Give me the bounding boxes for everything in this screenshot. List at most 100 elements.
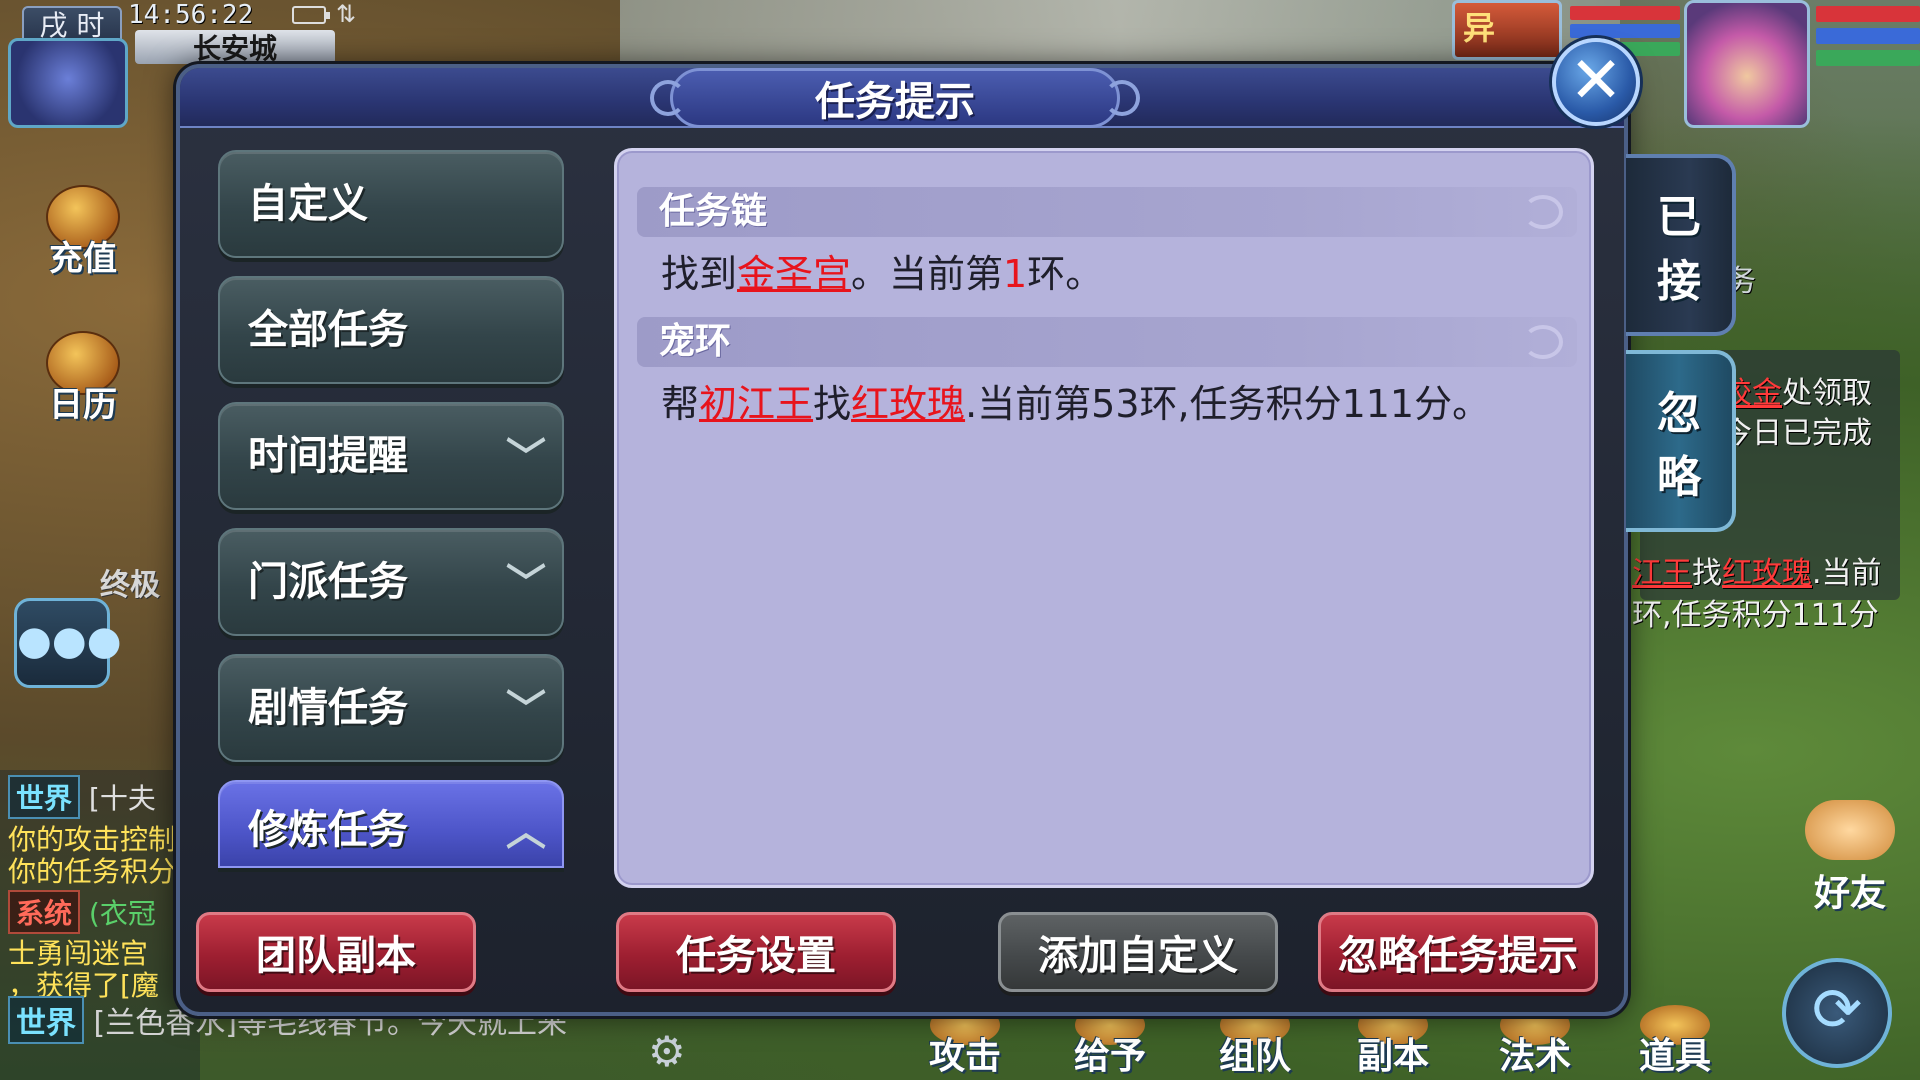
tracker-link[interactable]: 红玫瑰: [1722, 556, 1812, 591]
battery-icon: [292, 6, 330, 24]
ignore-task-hints-button[interactable]: 忽略任务提示: [1318, 912, 1598, 992]
tracker-text: .当前: [1812, 556, 1882, 591]
tracker-line: 环,任务积分111分: [1632, 598, 1879, 633]
channel-system-tag[interactable]: 系统: [8, 890, 81, 934]
task-text: 找: [813, 382, 852, 426]
category-label: 自定义: [248, 181, 368, 227]
tab-label: 已: [1657, 192, 1701, 243]
player-exp-bar: [1816, 50, 1920, 66]
task-description: 帮初江王找红玫瑰.当前第53环,任务积分111分。: [661, 373, 1490, 428]
category-story-tasks[interactable]: 剧情任务 ﹀: [218, 654, 564, 762]
chevron-up-icon: ︿: [506, 809, 546, 855]
task-item-link[interactable]: 红玫瑰: [851, 382, 965, 426]
tab-ignored[interactable]: 忽 略: [1626, 350, 1736, 532]
close-button[interactable]: ✕: [1552, 38, 1640, 126]
cloud-ornament-icon: [1523, 325, 1563, 359]
attack-label: 攻击: [928, 1036, 1001, 1077]
tab-label: 接: [1657, 256, 1701, 307]
attack-button[interactable]: 攻击: [910, 1005, 1020, 1079]
task-text: 帮: [661, 382, 700, 426]
swirl-ornament-icon: [1104, 80, 1140, 116]
chevron-down-icon: ﹀: [506, 561, 546, 607]
chat-bubble-icon: ●●●: [17, 618, 122, 664]
dungeon-label: 副本: [1356, 1036, 1429, 1077]
cloud-ornament-icon: [1523, 195, 1563, 229]
task-content-panel[interactable]: 任务链 找到金圣宫。当前第1环。 宠环 帮初江王找红玫瑰.当前第53环,任务积分…: [614, 148, 1594, 888]
items-label: 道具: [1638, 1036, 1711, 1077]
category-label: 修炼任务: [248, 807, 408, 853]
chat-text: [十夫: [88, 782, 156, 815]
gear-icon[interactable]: ⚙: [648, 1030, 692, 1074]
friends-button[interactable]: 好友: [1790, 800, 1910, 920]
category-all-tasks[interactable]: 全部任务: [218, 276, 564, 384]
task-npc-link[interactable]: 初江王: [699, 382, 813, 426]
pet-portrait[interactable]: 异: [1452, 0, 1562, 60]
category-label: 全部任务: [248, 307, 408, 353]
channel-world-tag[interactable]: 世界: [8, 996, 84, 1044]
bottom-action-menu: 攻击 给予 组队 副本 法术 道具: [880, 1005, 1780, 1080]
items-button[interactable]: 道具: [1620, 1005, 1730, 1079]
dialog-title-plate: 任务提示: [670, 68, 1120, 128]
pet-hp-bar: [1570, 6, 1680, 20]
task-text: 。当前第: [851, 252, 1004, 296]
ultimate-label: 终极: [100, 568, 160, 603]
player-mp-bar: [1816, 28, 1920, 44]
chat-line: 系统 (衣冠: [8, 890, 156, 934]
category-time-reminder[interactable]: 时间提醒 ﹀: [218, 402, 564, 510]
swirl-ornament-icon: [650, 80, 686, 116]
chat-text: (衣冠: [88, 897, 156, 930]
channel-world-tag[interactable]: 世界: [8, 775, 81, 819]
clock: 14:56:22: [128, 0, 254, 30]
city-name-badge[interactable]: 长安城: [135, 30, 335, 65]
tracker-link[interactable]: 江王: [1632, 556, 1692, 591]
dialog-title: 任务提示: [815, 79, 975, 125]
tracker-text: 找: [1692, 556, 1722, 591]
tab-accepted[interactable]: 已 接: [1626, 154, 1736, 336]
chat-button[interactable]: ●●●: [14, 598, 122, 688]
team-label: 组队: [1218, 1036, 1291, 1077]
team-button[interactable]: 组队: [1200, 1005, 1310, 1079]
task-name: 任务链: [659, 191, 768, 232]
refresh-icon[interactable]: ⟳: [1782, 958, 1892, 1068]
pet-label: 异: [1463, 9, 1496, 47]
tracker-line: 江王找红玫瑰.当前: [1632, 548, 1882, 592]
calendar-label: 日历: [49, 385, 117, 425]
minimap-button[interactable]: [8, 38, 128, 128]
player-hp-bar: [1816, 6, 1920, 22]
task-name: 宠环: [659, 321, 732, 362]
give-label: 给予: [1073, 1036, 1146, 1077]
tab-label: 忽: [1657, 388, 1701, 439]
task-text: 找到: [661, 252, 738, 296]
tracker-text: 处领取: [1782, 376, 1872, 411]
spell-label: 法术: [1498, 1036, 1571, 1077]
close-icon: ✕: [1569, 44, 1623, 118]
category-label: 剧情任务: [248, 685, 408, 731]
category-label: 时间提醒: [248, 433, 408, 479]
chat-line: 你的任务积分: [8, 855, 177, 888]
category-label: 门派任务: [248, 559, 408, 605]
calendar-button[interactable]: 日历: [28, 316, 138, 426]
add-custom-button[interactable]: 添加自定义: [998, 912, 1278, 992]
task-text: .当前第53环,任务积分111分。: [965, 382, 1491, 426]
category-sect-tasks[interactable]: 门派任务 ﹀: [218, 528, 564, 636]
handshake-icon: [1805, 800, 1895, 860]
friends-label: 好友: [1813, 873, 1886, 914]
task-settings-button[interactable]: 任务设置: [616, 912, 896, 992]
give-button[interactable]: 给予: [1055, 1005, 1165, 1079]
tracker-line: 皎金处领取: [1722, 368, 1872, 412]
recharge-button[interactable]: 充值: [28, 170, 138, 280]
spell-button[interactable]: 法术: [1480, 1005, 1590, 1079]
task-description: 找到金圣宫。当前第1环。: [661, 243, 1103, 298]
dungeon-button[interactable]: 副本: [1338, 1005, 1448, 1079]
category-training-tasks[interactable]: 修炼任务 ︿: [218, 780, 564, 868]
dialog-header: 任务提示: [180, 68, 1624, 128]
chevron-down-icon: ﹀: [506, 687, 546, 733]
category-custom[interactable]: 自定义: [218, 150, 564, 258]
player-avatar[interactable]: [1684, 0, 1810, 128]
team-dungeon-button[interactable]: 团队副本: [196, 912, 476, 992]
network-signal-icon: ⇅: [336, 0, 357, 28]
task-npc-link[interactable]: 金圣宫: [737, 252, 851, 296]
task-section-header: 任务链: [637, 187, 1577, 237]
pet-mp-bar: [1570, 24, 1680, 38]
chat-line: 世界 [十夫: [8, 775, 156, 819]
